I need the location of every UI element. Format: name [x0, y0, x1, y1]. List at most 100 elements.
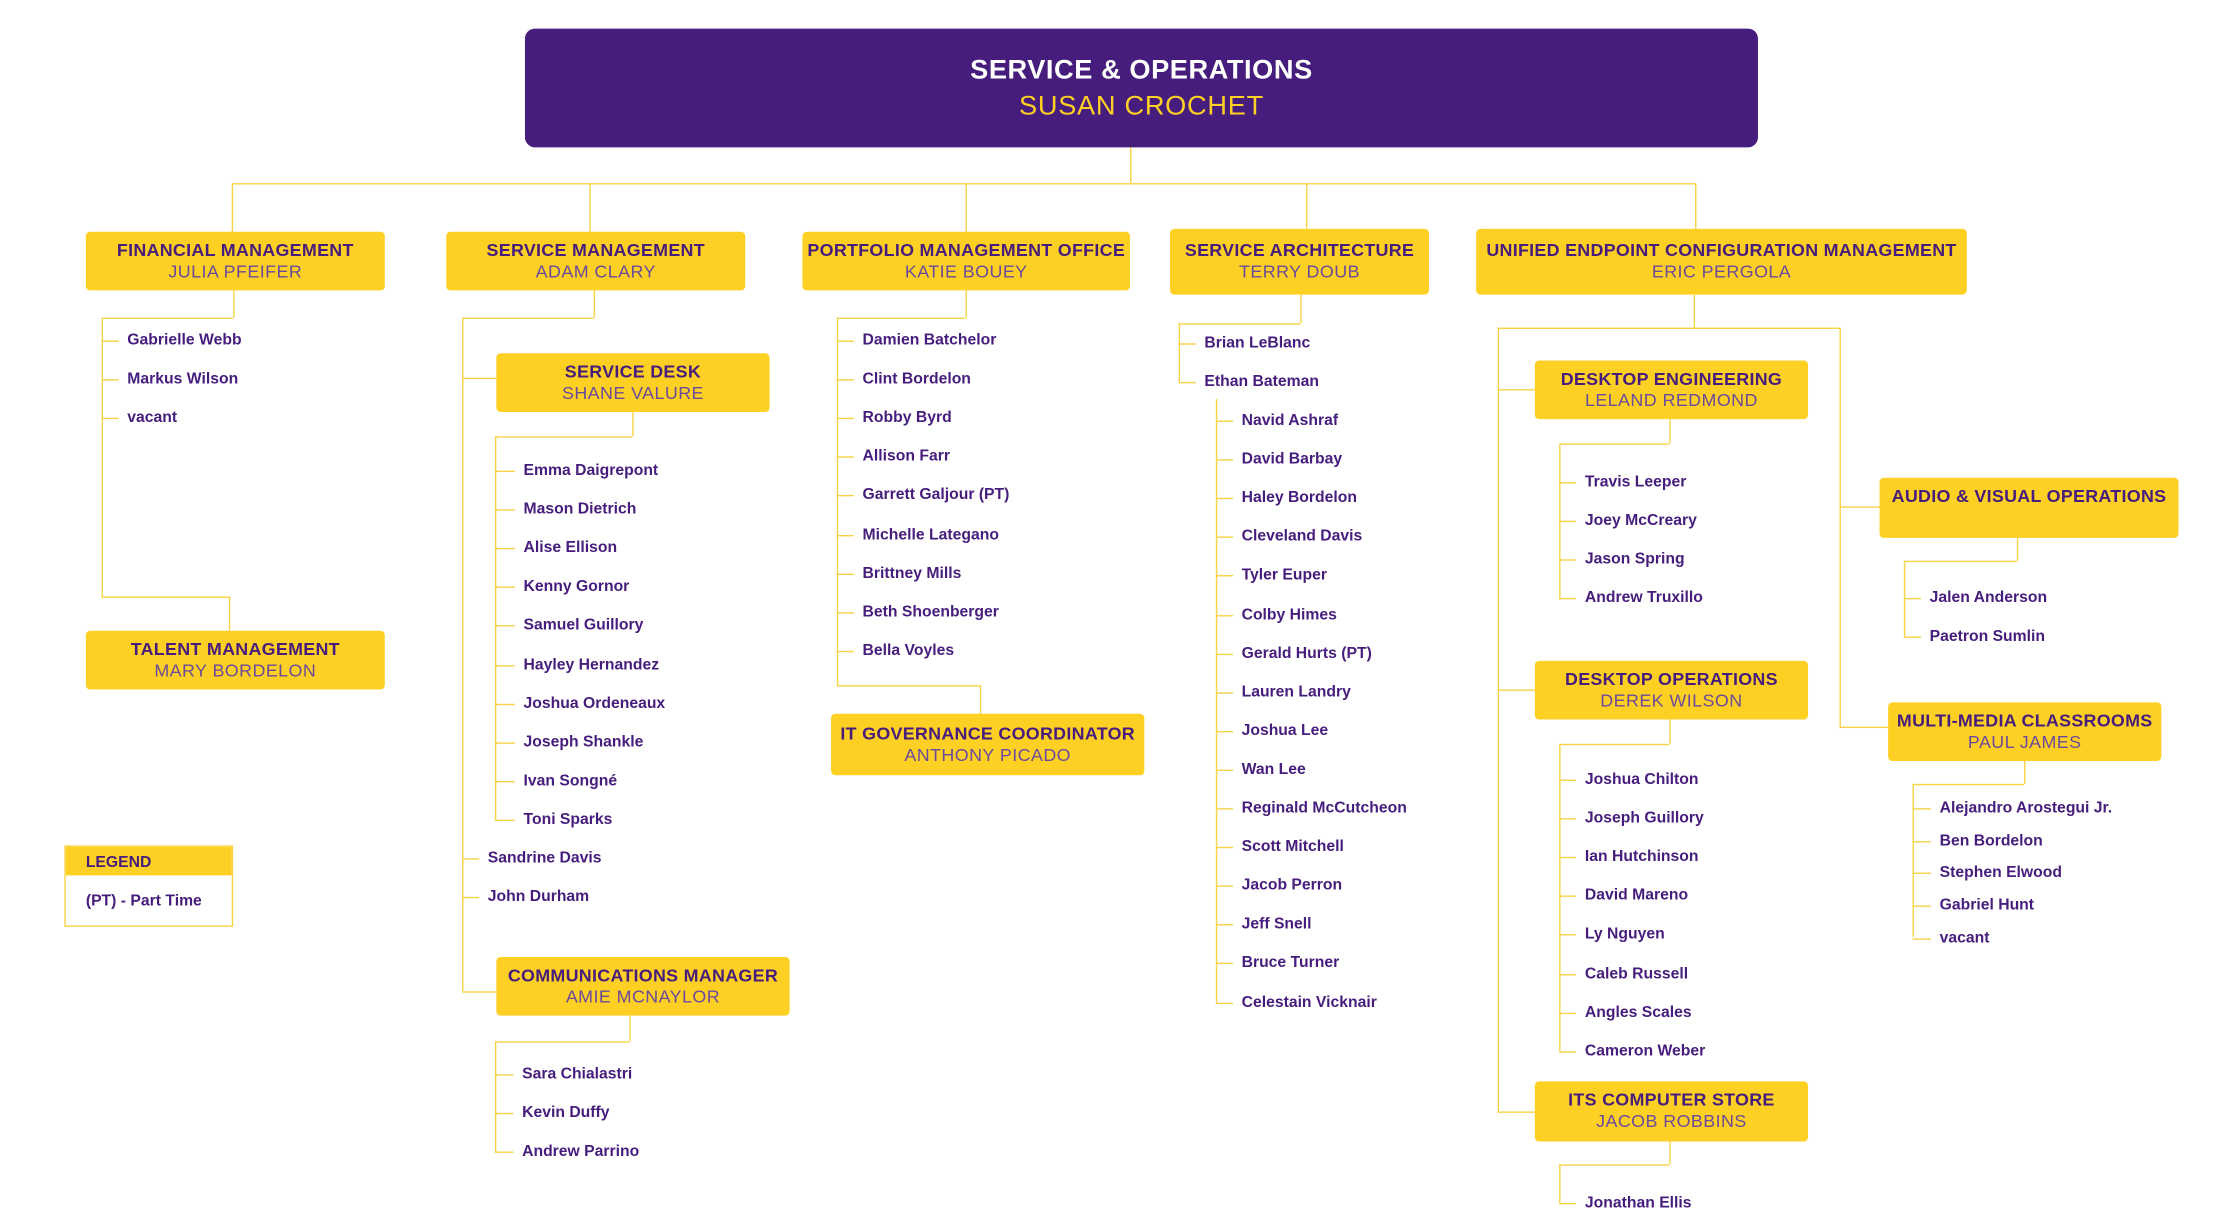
header-leader-name: SUSAN CROCHET	[1019, 90, 1264, 121]
connector	[462, 991, 497, 993]
unit-leader: SHANE VALURE	[561, 382, 704, 403]
connector	[1178, 323, 1301, 325]
connector-tick	[1559, 857, 1577, 859]
unit-title: PORTFOLIO MANAGEMENT OFFICE	[807, 239, 1126, 260]
staff-member: Bella Voyles	[862, 641, 955, 660]
connector	[231, 183, 234, 232]
header-box-service-operations: SERVICE & OPERATIONS SUSAN CROCHET	[524, 28, 1758, 148]
connector	[228, 596, 231, 631]
staff-member: Ethan Bateman	[1204, 373, 1319, 391]
legend-title: LEGEND	[65, 846, 232, 876]
staff-member: vacant	[127, 409, 178, 427]
unit-title: SERVICE DESK	[564, 361, 702, 382]
unit-box-communications-manager: COMMUNICATIONS MANAGER AMIE MCNAYLOR	[496, 956, 790, 1016]
unit-leader: DEREK WILSON	[1600, 690, 1743, 711]
unit-title: IT GOVERNANCE COORDINATOR	[840, 723, 1135, 744]
unit-leader: LELAND REDMOND	[1584, 389, 1758, 410]
connector-tick	[1215, 769, 1234, 771]
unit-box-service-management: SERVICE MANAGEMENT ADAM CLARY	[446, 231, 746, 291]
staff-member: Samuel Guillory	[523, 617, 644, 635]
unit-box-audio-visual-operations: AUDIO & VISUAL OPERATIONS	[1879, 477, 2179, 538]
staff-member: Gerald Hurts (PT)	[1241, 644, 1372, 662]
staff-member: Wan Lee	[1241, 760, 1306, 778]
org-chart: SERVICE & OPERATIONS SUSAN CROCHET FINAN…	[0, 0, 2220, 1229]
staff-member: Damien Batchelor	[862, 331, 997, 350]
staff-member: Hayley Hernandez	[523, 655, 660, 674]
connector-tick	[836, 611, 854, 614]
connector	[1559, 743, 1561, 1052]
staff-member: Andrew Truxillo	[1584, 589, 1703, 607]
staff-member: Kenny Gornor	[523, 578, 630, 596]
connector-tick	[494, 625, 515, 628]
staff-member: Jacob Perron	[1241, 877, 1343, 895]
connector	[1215, 399, 1218, 1003]
connector-tick	[494, 664, 515, 666]
connector-tick	[1178, 343, 1196, 345]
staff-member: Bruce Turner	[1241, 954, 1340, 972]
staff-member: Lauren Landry	[1241, 683, 1351, 701]
unit-box-financial-management: FINANCIAL MANAGEMENT JULIA PFEIFER	[85, 231, 385, 291]
unit-title: SERVICE MANAGEMENT	[486, 239, 705, 260]
unit-box-unified-endpoint-configuration-management: UNIFIED ENDPOINT CONFIGURATION MANAGEMEN…	[1476, 228, 1967, 295]
connector-tick	[1559, 598, 1577, 600]
unit-title: TALENT MANAGEMENT	[130, 638, 340, 659]
connector	[1912, 783, 1914, 937]
connector	[836, 317, 966, 319]
unit-leader: AMIE MCNAYLOR	[565, 986, 721, 1007]
connector	[1497, 327, 1840, 329]
connector-tick	[1215, 536, 1234, 539]
connector-tick	[494, 509, 515, 511]
connector	[1497, 689, 1535, 691]
staff-member: Michelle Lategano	[862, 525, 999, 543]
staff-member: Alejandro Arostegui Jr.	[1939, 799, 2113, 817]
connector	[1839, 506, 1880, 508]
connector-tick	[1559, 779, 1577, 781]
staff-member: Sara Chialastri	[522, 1065, 633, 1083]
staff-member: Stephen Elwood	[1939, 864, 2063, 882]
connector-tick	[101, 379, 119, 381]
connector-tick	[1912, 938, 1932, 940]
connector-tick	[494, 819, 515, 821]
connector-tick	[1559, 1202, 1577, 1205]
connector-tick	[1215, 575, 1234, 578]
unit-leader: ERIC PERGOLA	[1651, 261, 1792, 282]
staff-member: Angles Scales	[1584, 1003, 1692, 1021]
connector-tick	[1912, 873, 1932, 875]
connector-tick	[494, 780, 515, 783]
unit-box-multi-media-classrooms: MULTI-MEDIA CLASSROOMS PAUL JAMES	[1888, 702, 2162, 761]
staff-member: Jason Spring	[1584, 550, 1685, 569]
connector	[1559, 743, 1670, 746]
staff-member: vacant	[1939, 929, 1990, 947]
unit-box-service-desk: SERVICE DESK SHANE VALURE	[496, 353, 770, 412]
connector-tick	[101, 418, 119, 420]
staff-member: Mason Dietrich	[523, 500, 637, 518]
connector-tick	[836, 456, 854, 459]
connector-tick	[1178, 382, 1196, 384]
connector-tick	[1559, 895, 1577, 898]
connector-tick	[1215, 691, 1234, 694]
staff-member: Cleveland Davis	[1241, 528, 1363, 546]
staff-member: Paetron Sumlin	[1929, 628, 2046, 646]
staff-member: David Barbay	[1241, 450, 1343, 468]
connector	[2024, 760, 2026, 784]
connector	[1669, 1141, 1671, 1165]
unit-title: SERVICE ARCHITECTURE	[1184, 240, 1415, 261]
connector-tick	[1559, 1012, 1577, 1014]
unit-box-portfolio-management-office: PORTFOLIO MANAGEMENT OFFICE KATIE BOUEY	[802, 231, 1131, 291]
connector-tick	[836, 417, 854, 420]
staff-member: Ivan Songné	[523, 772, 618, 790]
unit-title: ITS COMPUTER STORE	[1568, 1089, 1775, 1110]
unit-title: UNIFIED ENDPOINT CONFIGURATION MANAGEMEN…	[1486, 240, 1957, 261]
connector	[462, 317, 594, 319]
connector	[1497, 327, 1500, 1112]
connector	[2016, 537, 2019, 561]
connector	[1695, 183, 1697, 229]
connector-tick	[494, 1113, 514, 1115]
unit-title: FINANCIAL MANAGEMENT	[116, 239, 354, 260]
staff-member: Joseph Guillory	[1584, 809, 1704, 827]
staff-member: Gabrielle Webb	[127, 331, 242, 350]
staff-member: Jonathan Ellis	[1584, 1194, 1692, 1212]
staff-member: Ly Nguyen	[1584, 926, 1665, 944]
unit-box-talent-management: TALENT MANAGEMENT MARY BORDELON	[85, 630, 385, 690]
unit-box-it-governance-coordinator: IT GOVERNANCE COORDINATOR ANTHONY PICADO	[831, 713, 1145, 776]
